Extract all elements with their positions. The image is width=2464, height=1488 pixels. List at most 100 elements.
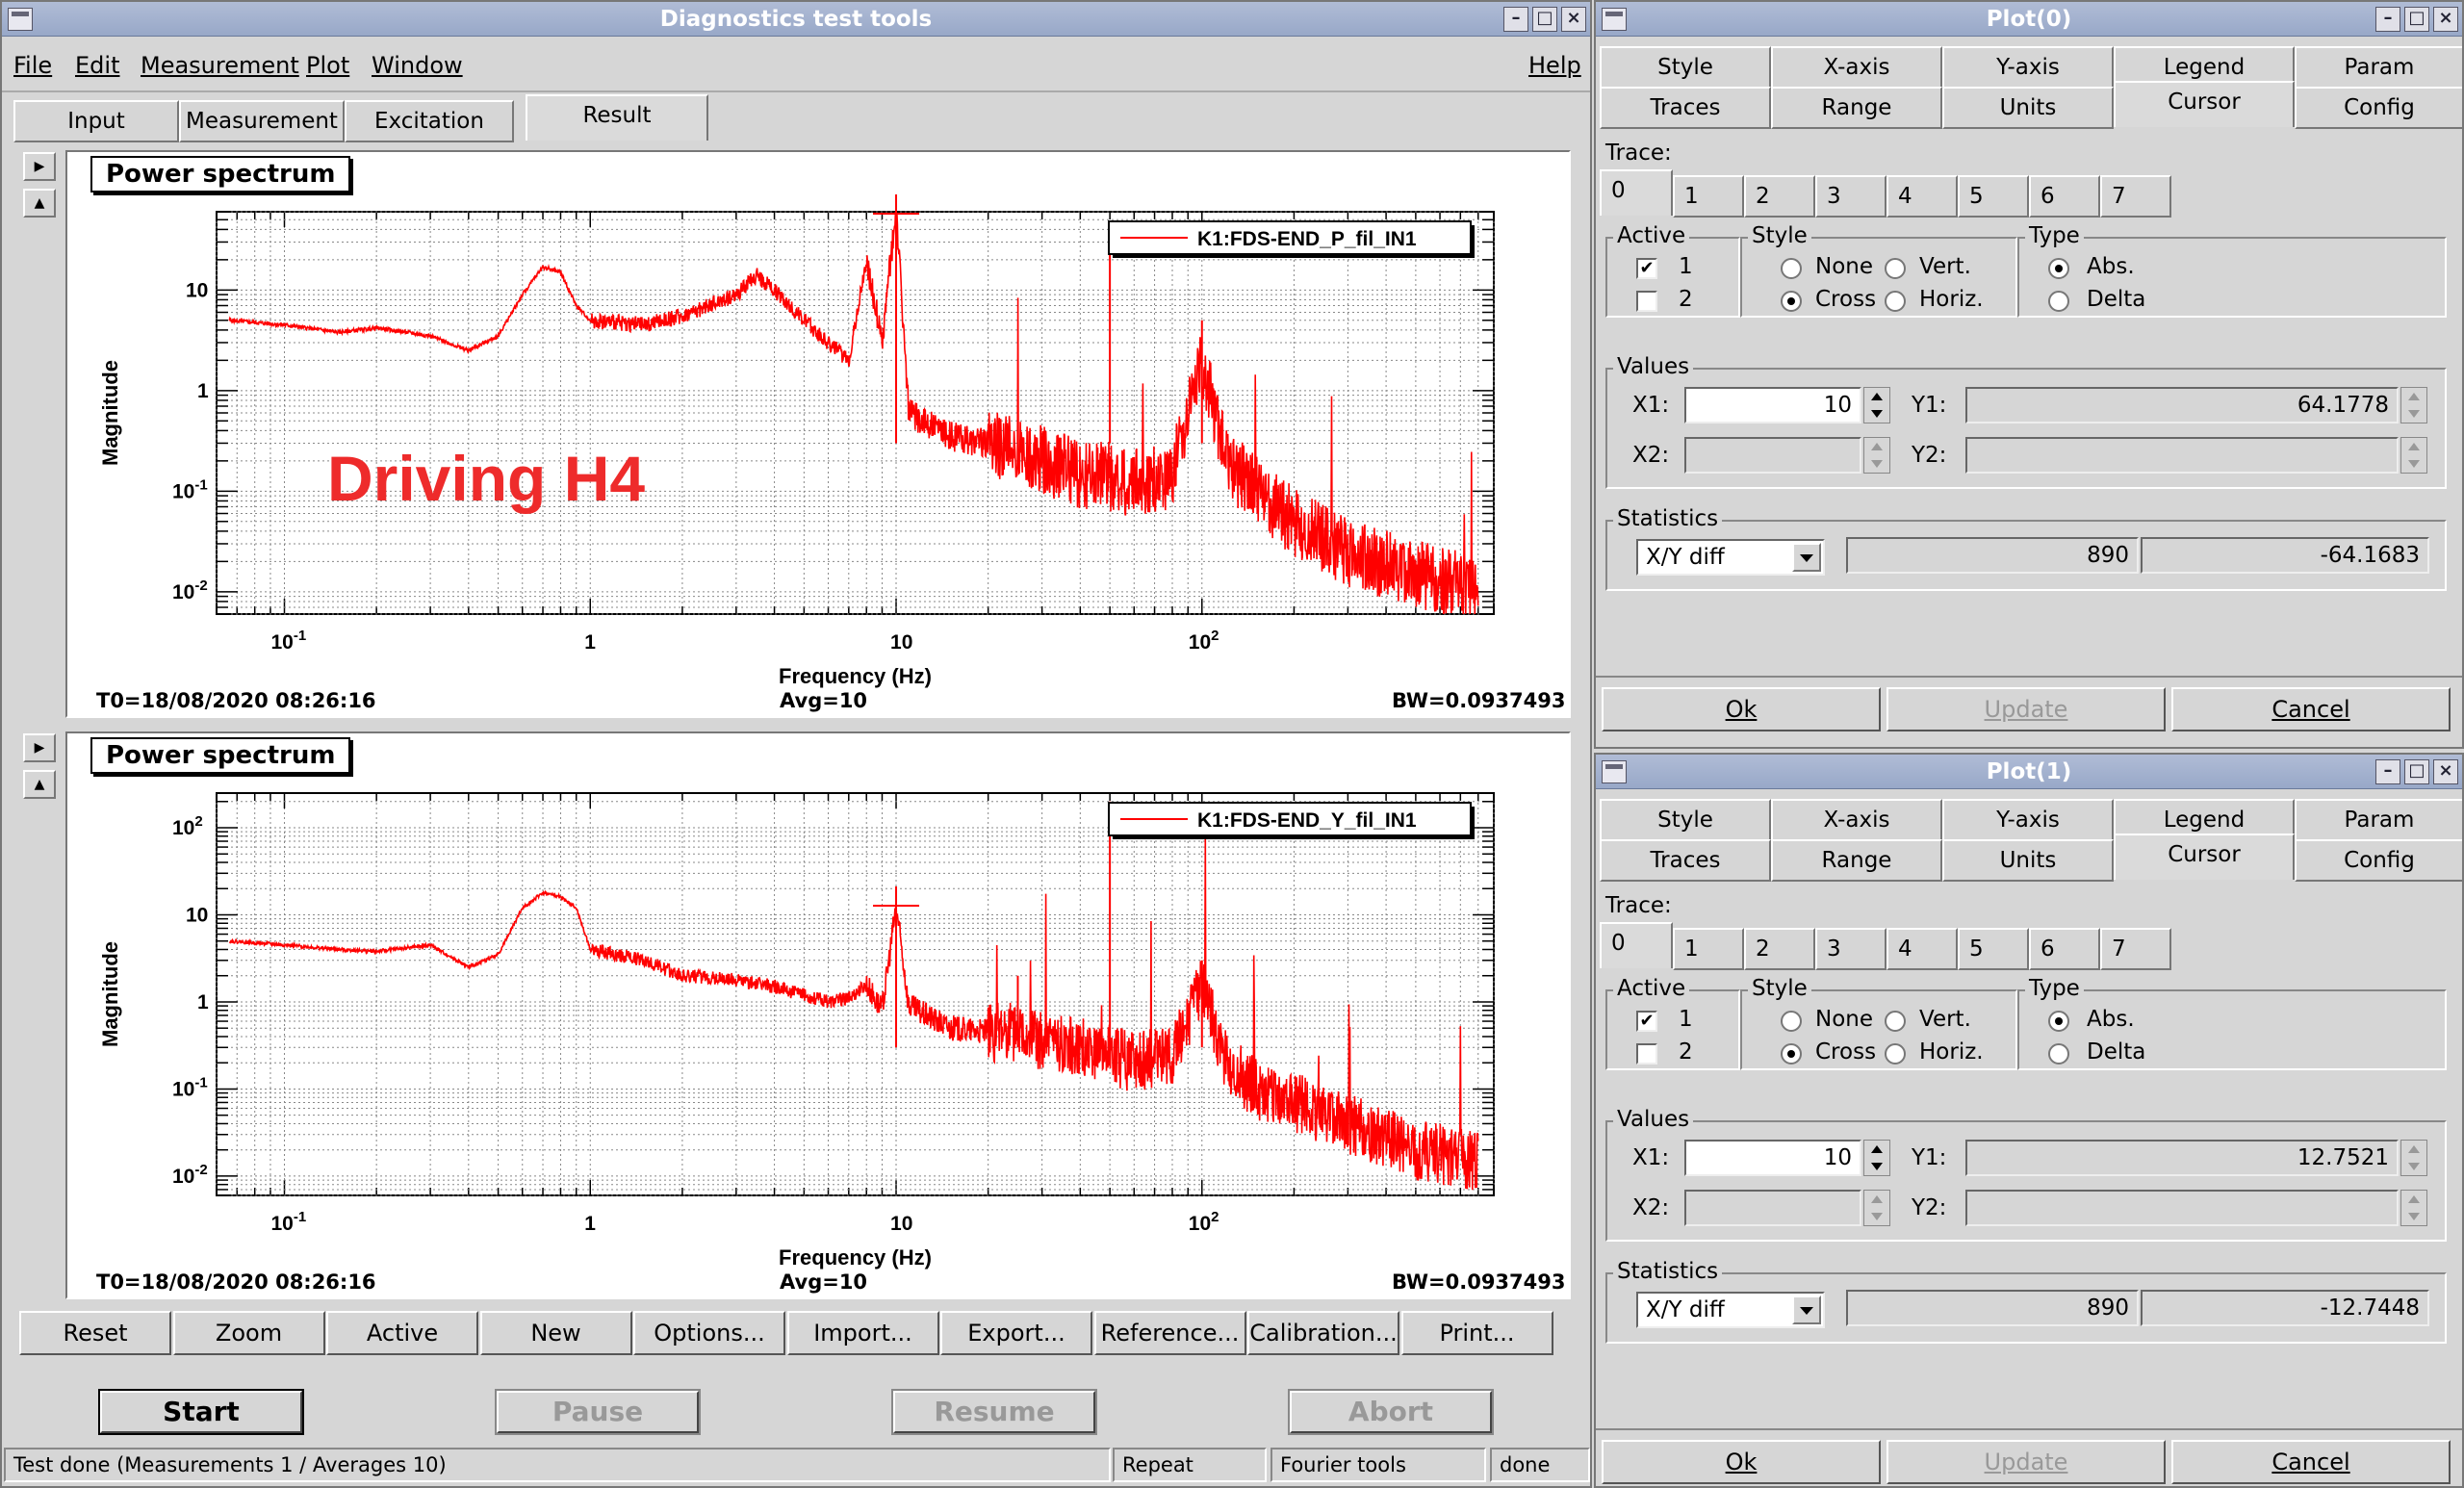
x2-field[interactable] [1684, 437, 1861, 474]
tab-result[interactable]: Result [526, 94, 708, 141]
window-menu-icon[interactable] [1602, 760, 1627, 783]
trace-tab-1[interactable]: 1 [1673, 175, 1744, 218]
style-horiz-radio[interactable] [1885, 291, 1906, 312]
type-abs-radio[interactable] [2048, 1011, 2069, 1032]
tab-style[interactable]: Style [1600, 799, 1771, 841]
trace-tab-7[interactable]: 7 [2100, 928, 2171, 970]
trace-tab-3[interactable]: 3 [1815, 928, 1886, 970]
style-vert-radio[interactable] [1885, 258, 1906, 279]
trace-tab-6[interactable]: 6 [2029, 928, 2100, 970]
tab-x-axis[interactable]: X-axis [1771, 46, 1942, 89]
start-button[interactable]: Start [100, 1391, 302, 1433]
trace-tab-7[interactable]: 7 [2100, 175, 2171, 218]
trace-tab-2[interactable]: 2 [1744, 928, 1815, 970]
cancel-button[interactable]: Cancel [2171, 687, 2451, 731]
reference-button[interactable]: Reference... [1093, 1311, 1246, 1355]
maximize-icon[interactable]: □ [2404, 7, 2429, 32]
trace-tab-0[interactable]: 0 [1600, 922, 1673, 968]
tab-y-axis[interactable]: Y-axis [1942, 799, 2114, 841]
active-1-checkbox[interactable]: ✔ [1636, 258, 1657, 279]
spectrum-plot-1[interactable]: 10-1 1 10 102 10-2 10-1 1 10 102 Frequency (Hz) Ma… [67, 733, 1569, 1297]
tab-y-axis[interactable]: Y-axis [1942, 46, 2114, 89]
x2-spinner[interactable] [1863, 437, 1890, 474]
trace-tab-2[interactable]: 2 [1744, 175, 1815, 218]
y2-spinner[interactable] [2400, 1190, 2427, 1226]
update-button[interactable]: Update [1886, 687, 2166, 731]
style-none-radio[interactable] [1781, 258, 1802, 279]
tab-units[interactable]: Units [1942, 87, 2114, 129]
window-menu-icon[interactable] [8, 8, 33, 31]
x1-field[interactable]: 10 [1684, 1140, 1861, 1176]
tab-param[interactable]: Param [2295, 799, 2462, 841]
resume-button[interactable]: Resume [893, 1391, 1095, 1433]
tab-traces[interactable]: Traces [1600, 87, 1771, 129]
tab-config[interactable]: Config [2295, 87, 2462, 129]
menu-window[interactable]: Window [372, 52, 463, 79]
options-button[interactable]: Options... [633, 1311, 785, 1355]
tab-input[interactable]: Input [13, 100, 179, 142]
export-button[interactable]: Export... [940, 1311, 1092, 1355]
tab-x-axis[interactable]: X-axis [1771, 799, 1942, 841]
menu-edit[interactable]: Edit [75, 52, 119, 79]
tab-range[interactable]: Range [1771, 87, 1942, 129]
tab-traces[interactable]: Traces [1600, 839, 1771, 882]
trace-tab-4[interactable]: 4 [1886, 928, 1958, 970]
reset-button[interactable]: Reset [19, 1311, 171, 1355]
y2-spinner[interactable] [2400, 437, 2427, 474]
active-button[interactable]: Active [326, 1311, 478, 1355]
panel0-expand-right-icon[interactable]: ▶ [23, 152, 56, 181]
tab-cursor[interactable]: Cursor [2114, 834, 2295, 880]
type-abs-radio[interactable] [2048, 258, 2069, 279]
maximize-icon[interactable]: □ [1532, 7, 1557, 32]
import-button[interactable]: Import... [786, 1311, 939, 1355]
pause-button[interactable]: Pause [497, 1391, 699, 1433]
ok-button[interactable]: Ok [1602, 687, 1881, 731]
x1-field[interactable]: 10 [1684, 387, 1861, 423]
active-1-checkbox[interactable]: ✔ [1636, 1011, 1657, 1032]
tab-range[interactable]: Range [1771, 839, 1942, 882]
panel0-expand-up-icon[interactable]: ▲ [23, 189, 56, 218]
abort-button[interactable]: Abort [1290, 1391, 1492, 1433]
style-none-radio[interactable] [1781, 1011, 1802, 1032]
menu-plot[interactable]: Plot [306, 52, 349, 79]
x2-spinner[interactable] [1863, 1190, 1890, 1226]
style-horiz-radio[interactable] [1885, 1043, 1906, 1065]
type-delta-radio[interactable] [2048, 1043, 2069, 1065]
trace-tab-0[interactable]: 0 [1600, 169, 1673, 216]
close-icon[interactable]: × [1561, 7, 1586, 32]
tab-style[interactable]: Style [1600, 46, 1771, 89]
print-button[interactable]: Print... [1400, 1311, 1553, 1355]
tab-config[interactable]: Config [2295, 839, 2462, 882]
style-cross-radio[interactable] [1781, 1043, 1802, 1065]
spectrum-plot-0[interactable]: 10-1 1 10 102 10-2 10-1 1 10 Frequency (Hz) Magni… [67, 152, 1569, 716]
trace-tab-6[interactable]: 6 [2029, 175, 2100, 218]
trace-tab-1[interactable]: 1 [1673, 928, 1744, 970]
panel1-expand-right-icon[interactable]: ▶ [23, 733, 56, 762]
cancel-button[interactable]: Cancel [2171, 1440, 2451, 1484]
statistics-mode-select[interactable]: X/Y diff [1636, 1292, 1825, 1328]
y1-spinner[interactable] [2400, 1140, 2427, 1176]
statistics-mode-select[interactable]: X/Y diff [1636, 539, 1825, 576]
calibration-button[interactable]: Calibration... [1247, 1311, 1399, 1355]
main-title-bar[interactable]: Diagnostics test tools – □ × [2, 2, 1590, 37]
menu-measurement[interactable]: Measurement [141, 52, 299, 79]
style-vert-radio[interactable] [1885, 1011, 1906, 1032]
style-cross-radio[interactable] [1781, 291, 1802, 312]
tab-measurement[interactable]: Measurement [179, 100, 345, 142]
tab-excitation[interactable]: Excitation [345, 100, 514, 142]
trace-tab-3[interactable]: 3 [1815, 175, 1886, 218]
type-delta-radio[interactable] [2048, 291, 2069, 312]
trace-tab-4[interactable]: 4 [1886, 175, 1958, 218]
update-button[interactable]: Update [1886, 1440, 2166, 1484]
ok-button[interactable]: Ok [1602, 1440, 1881, 1484]
new-button[interactable]: New [479, 1311, 632, 1355]
minimize-icon[interactable]: – [1503, 7, 1528, 32]
x2-field[interactable] [1684, 1190, 1861, 1226]
trace-tab-5[interactable]: 5 [1958, 175, 2029, 218]
window-menu-icon[interactable] [1602, 8, 1627, 31]
minimize-icon[interactable]: – [2375, 759, 2400, 784]
close-icon[interactable]: × [2433, 7, 2458, 32]
y1-spinner[interactable] [2400, 387, 2427, 423]
menu-file[interactable]: File [13, 52, 52, 79]
panel1-expand-up-icon[interactable]: ▲ [23, 770, 56, 799]
